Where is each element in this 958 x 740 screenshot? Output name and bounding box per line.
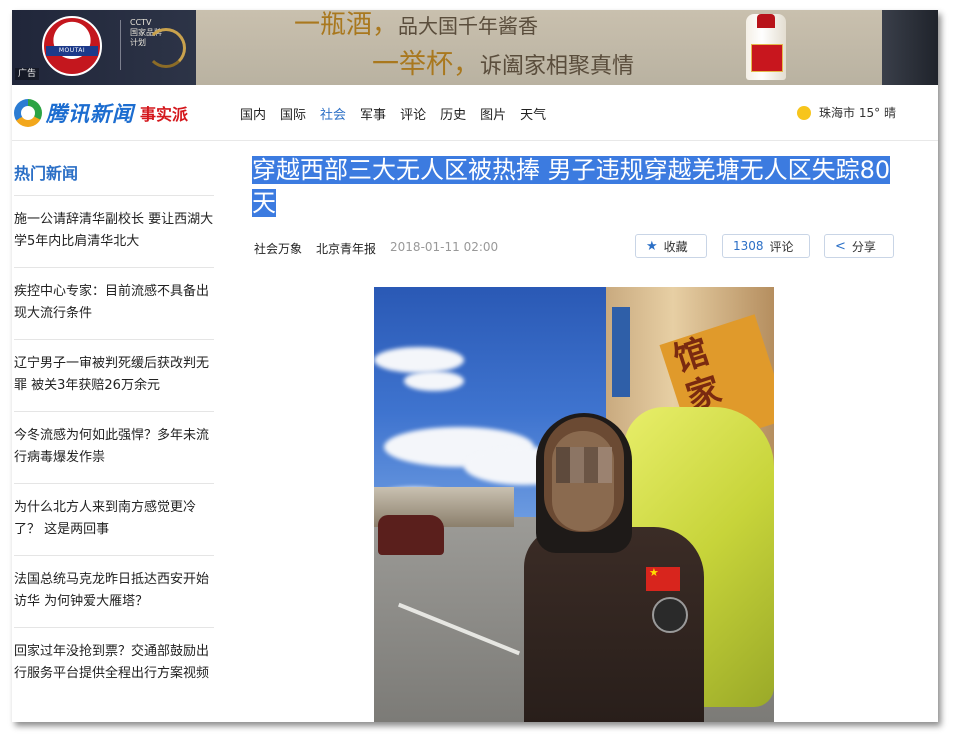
- nav-society[interactable]: 社会: [320, 104, 346, 123]
- ad-label: 广告: [15, 68, 40, 80]
- hot-news-sidebar: 热门新闻 施一公请辞清华副校长 要让西湖大学5年内比肩清华北大 疾控中心专家：目…: [14, 140, 214, 722]
- logo-text: 腾讯新闻: [46, 102, 134, 126]
- favorite-button[interactable]: ★ 收藏: [635, 234, 707, 258]
- favorite-label: 收藏: [663, 239, 688, 254]
- article-title[interactable]: 穿越西部三大无人区被热捧 男子违规穿越羌塘无人区失踪80天: [252, 154, 892, 220]
- nav-international[interactable]: 国际: [280, 104, 306, 123]
- browser-viewport: MOUTAI CCTV 国家品牌 计划 广告 一瓶酒，品大国千年酱香 一举杯，诉…: [12, 10, 938, 722]
- moutai-logo-text: MOUTAI: [58, 47, 86, 54]
- comments-button[interactable]: 1308 评论: [722, 234, 810, 258]
- ad-slogan-line2: 一举杯，诉阖家相聚真情: [372, 49, 635, 80]
- article-photo: 馆家: [374, 287, 774, 722]
- tencent-news-logo[interactable]: 腾讯新闻 事实派: [14, 98, 188, 128]
- moutai-bottle-image: [746, 14, 786, 80]
- moutai-logo: MOUTAI: [42, 16, 102, 76]
- hot-news-item[interactable]: 施一公请辞清华副校长 要让西湖大学5年内比肩清华北大: [14, 196, 214, 268]
- logo-sub-brand: 事实派: [140, 105, 189, 124]
- hot-news-heading: 热门新闻: [14, 140, 214, 196]
- cctv-brand-plan-logo: CCTV 国家品牌 计划: [130, 18, 190, 70]
- article-time: 2018-01-11 02:00: [390, 240, 499, 254]
- channel-nav: 国内 国际 社会 军事 评论 历史 图片 天气: [240, 104, 560, 123]
- hot-news-item[interactable]: 法国总统马克龙昨日抵达西安开始访华 为何钟爱大雁塔？: [14, 556, 214, 628]
- article-meta: 社会万象 北京青年报 2018-01-11 02:00: [254, 240, 498, 257]
- comment-label: 评论: [769, 239, 794, 254]
- hot-news-item[interactable]: 辽宁男子一审被判死缓后获改判无罪 被关3年获赔26万余元: [14, 340, 214, 412]
- nav-military[interactable]: 军事: [360, 104, 386, 123]
- hot-news-item[interactable]: 疾控中心专家：目前流感不具备出现大流行条件: [14, 268, 214, 340]
- tencent-news-logo-icon: [14, 99, 42, 127]
- weather-condition: 晴: [883, 106, 896, 120]
- nav-commentary[interactable]: 评论: [400, 104, 426, 123]
- hot-news-item[interactable]: 今冬流感为何如此强悍？多年未流行病毒爆发作祟: [14, 412, 214, 484]
- share-button[interactable]: < 分享: [824, 234, 894, 258]
- article-title-text: 穿越西部三大无人区被热捧 男子违规穿越羌塘无人区失踪80天: [252, 156, 891, 217]
- nav-pictures[interactable]: 图片: [480, 104, 506, 123]
- weather-city: 珠海市: [819, 106, 856, 120]
- share-label: 分享: [851, 239, 876, 254]
- article-category[interactable]: 社会万象: [254, 240, 302, 257]
- nav-weather[interactable]: 天气: [520, 104, 546, 123]
- share-icon: <: [835, 238, 846, 254]
- weather-temp: 15°: [858, 105, 881, 120]
- sunny-icon: [797, 105, 812, 120]
- article-source[interactable]: 北京青年报: [316, 240, 376, 257]
- comment-count: 1308: [733, 239, 764, 253]
- weather-widget[interactable]: 珠海市 15° 晴: [797, 104, 896, 121]
- ad-slogan-line1: 一瓶酒，品大国千年酱香: [294, 10, 539, 40]
- hot-news-item[interactable]: 为什么北方人来到南方感觉更冷了？ 这是两回事: [14, 484, 214, 556]
- ad-brand-panel: MOUTAI CCTV 国家品牌 计划 广告: [12, 10, 196, 85]
- nav-history[interactable]: 历史: [440, 104, 466, 123]
- nav-domestic[interactable]: 国内: [240, 104, 266, 123]
- ad-banner[interactable]: MOUTAI CCTV 国家品牌 计划 广告 一瓶酒，品大国千年酱香 一举杯，诉…: [12, 10, 938, 85]
- site-header: 腾讯新闻 事实派 国内 国际 社会 军事 评论 历史 图片 天气 珠海市 15°…: [12, 85, 938, 141]
- hot-news-item[interactable]: 回家过年没抢到票？交通部鼓励出行服务平台提供全程出行方案视频: [14, 628, 214, 700]
- star-icon: ★: [646, 238, 658, 254]
- ad-edge-decoration: [882, 10, 938, 85]
